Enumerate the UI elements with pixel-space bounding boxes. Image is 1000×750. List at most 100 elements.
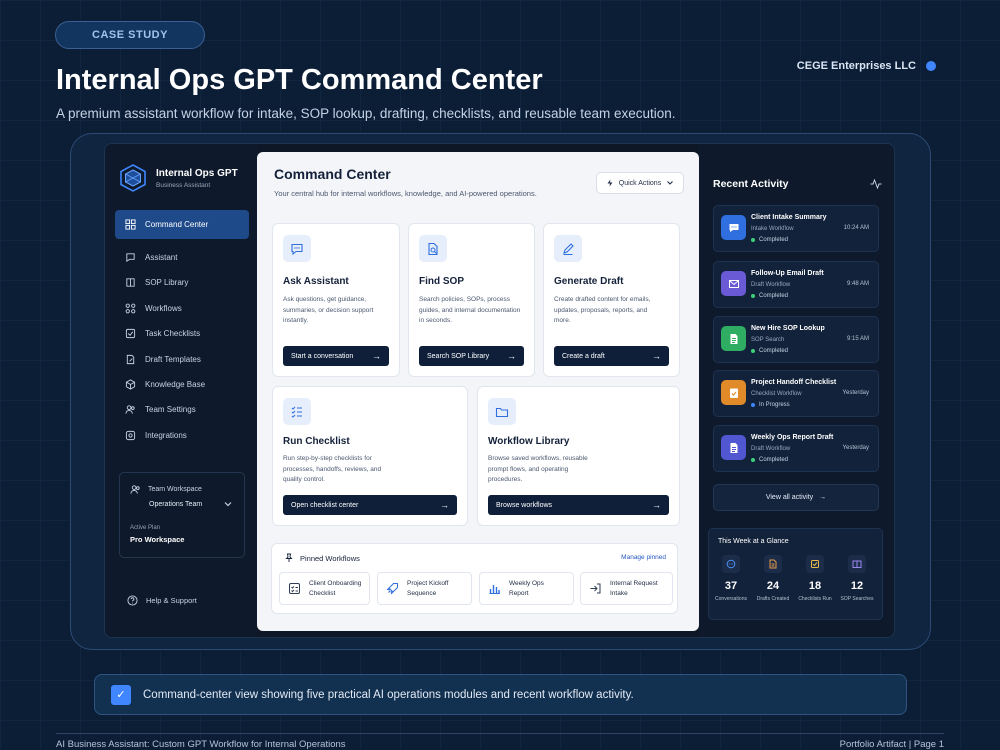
button-label: Start a conversation (291, 352, 354, 360)
card-description: Run step-by-step checklists for processe… (283, 455, 382, 483)
button-label: Open checklist center (291, 501, 359, 509)
activity-time: Yesterday (842, 390, 869, 396)
card-icon (283, 398, 311, 425)
help-support-link[interactable]: Help & Support (127, 595, 197, 606)
browse-workflows-button[interactable]: Browse workflows → (488, 495, 669, 515)
pinned-item-project-kickoff[interactable]: Project Kickoff Sequence (377, 572, 472, 605)
pinned-item-client-onboarding[interactable]: Client Onboarding Checklist (279, 572, 370, 605)
activity-icon-box (721, 271, 746, 296)
sidebar-item-label: Assistant (145, 253, 178, 262)
glance-title: This Week at a Glance (718, 538, 789, 545)
app-brand[interactable]: Internal Ops GPT Business Assistant (120, 164, 238, 192)
chevron-down-icon (667, 181, 674, 185)
checklist-icon (729, 388, 738, 398)
chevron-down-icon[interactable] (224, 500, 232, 508)
stat-label: SOP Searches (840, 596, 874, 602)
workspace-label: Team Workspace (148, 486, 202, 493)
pinned-header: Pinned Workflows (284, 553, 360, 563)
module-card-run-checklist[interactable]: Run Checklist Run step-by-step checklist… (272, 386, 468, 526)
activity-item[interactable]: Follow-Up Email Draft Draft Workflow Com… (713, 261, 879, 308)
stat-icon-box (806, 555, 824, 573)
workspace-selector[interactable]: Team Workspace Operations Team Active Pl… (119, 472, 245, 558)
sidebar-item-task-checklists[interactable]: Task Checklists (115, 321, 249, 346)
sidebar-item-team-settings[interactable]: Team Settings (115, 397, 249, 422)
pin-icon (285, 553, 293, 562)
sidebar-item-label: Command Center (145, 220, 209, 229)
quick-actions-button[interactable]: Quick Actions (596, 172, 684, 194)
activity-title: Weekly Ops Report Draft (751, 434, 834, 441)
stat-drafts-created: 24 Drafts Created (753, 555, 793, 602)
card-icon (419, 235, 447, 262)
stat-value: 12 (850, 580, 864, 592)
activity-item[interactable]: Weekly Ops Report Draft Draft Workflow C… (713, 425, 879, 472)
module-card-workflow-library[interactable]: Workflow Library Browse saved workflows,… (477, 386, 680, 526)
activity-time: Yesterday (842, 445, 869, 451)
activity-pulse-icon[interactable] (870, 178, 882, 190)
activity-icon-box (721, 215, 746, 240)
status-dot-icon (751, 238, 755, 242)
status-dot-icon (926, 61, 936, 71)
create-draft-button[interactable]: Create a draft → (554, 346, 669, 366)
activity-workflow: Draft Workflow (751, 446, 791, 452)
document-icon (730, 442, 737, 453)
workspace-label-row: Team Workspace (130, 484, 202, 495)
stat-label: Drafts Created (756, 596, 790, 602)
checkbox-icon (125, 329, 136, 339)
activity-title: Project Handoff Checklist (751, 379, 837, 386)
plan-value: Pro Workspace (130, 535, 185, 544)
book-icon (126, 278, 135, 288)
activity-icon-box (721, 326, 746, 351)
pinned-item-internal-request[interactable]: Internal Request Intake (580, 572, 673, 605)
card-title: Ask Assistant (283, 276, 349, 287)
sidebar-item-sop-library[interactable]: SOP Library (115, 270, 249, 295)
activity-title: Client Intake Summary (751, 214, 827, 221)
figure-caption: ✓ Command-center view showing five pract… (94, 674, 907, 715)
activity-workflow: Intake Workflow (751, 226, 794, 232)
status-text: Completed (759, 237, 789, 243)
manage-pinned-link[interactable]: Manage pinned (621, 554, 666, 561)
sidebar-item-command-center[interactable]: Command Center (115, 210, 249, 239)
status-text: Completed (759, 348, 789, 354)
pinned-line2: Report (509, 589, 529, 597)
activity-title: New Hire SOP Lookup (751, 325, 825, 332)
panel-title: Command Center (274, 166, 391, 182)
folder-icon (495, 407, 509, 417)
quick-actions-label: Quick Actions (618, 179, 662, 187)
sidebar-item-label: Integrations (145, 430, 187, 440)
company-name: CEGE Enterprises LLC (796, 60, 916, 72)
arrow-right-icon: → (652, 351, 661, 361)
activity-item[interactable]: New Hire SOP Lookup SOP Search Completed… (713, 316, 879, 363)
pinned-item-weekly-ops[interactable]: Weekly Ops Report (479, 572, 574, 605)
page-subtitle: A premium assistant workflow for intake,… (56, 106, 676, 121)
card-description: Search policies, SOPs, process guides, a… (419, 296, 521, 324)
sidebar-item-draft-templates[interactable]: Draft Templates (115, 347, 249, 372)
module-card-generate-draft[interactable]: Generate Draft Create drafted content fo… (543, 223, 680, 377)
sidebar-item-assistant[interactable]: Assistant (115, 245, 249, 270)
lightning-icon (607, 179, 613, 187)
help-circle-icon (127, 595, 138, 606)
recent-activity-title: Recent Activity (713, 178, 789, 190)
checklist-icon (811, 560, 819, 568)
module-card-find-sop[interactable]: Find SOP Search policies, SOPs, process … (408, 223, 535, 377)
status-text: In Progress (759, 402, 790, 408)
card-description: Create drafted content for emails, updat… (554, 296, 651, 324)
sidebar-item-workflows[interactable]: Workflows (115, 296, 249, 321)
stat-value: 18 (808, 580, 822, 592)
status-dot-icon (751, 403, 755, 407)
pinned-line1: Project Kickoff (407, 579, 449, 587)
grid-icon (125, 219, 136, 230)
page-title: Internal Ops GPT Command Center (56, 64, 543, 96)
module-card-ask-assistant[interactable]: Ask Assistant Ask questions, get guidanc… (272, 223, 400, 377)
start-conversation-button[interactable]: Start a conversation → (283, 346, 389, 366)
open-checklist-center-button[interactable]: Open checklist center → (283, 495, 457, 515)
sidebar-item-knowledge-base[interactable]: Knowledge Base (115, 372, 249, 397)
activity-status: Completed (751, 293, 788, 299)
activity-item[interactable]: Project Handoff Checklist Checklist Work… (713, 370, 879, 417)
card-icon (283, 235, 311, 262)
arrow-right-icon: → (372, 351, 381, 361)
view-all-activity-button[interactable]: View all activity → (713, 484, 879, 511)
activity-item[interactable]: Client Intake Summary Intake Workflow Co… (713, 205, 879, 252)
view-all-label: View all activity (765, 494, 814, 501)
search-sop-library-button[interactable]: Search SOP Library → (419, 346, 524, 366)
sidebar-item-integrations[interactable]: Integrations (115, 423, 249, 448)
